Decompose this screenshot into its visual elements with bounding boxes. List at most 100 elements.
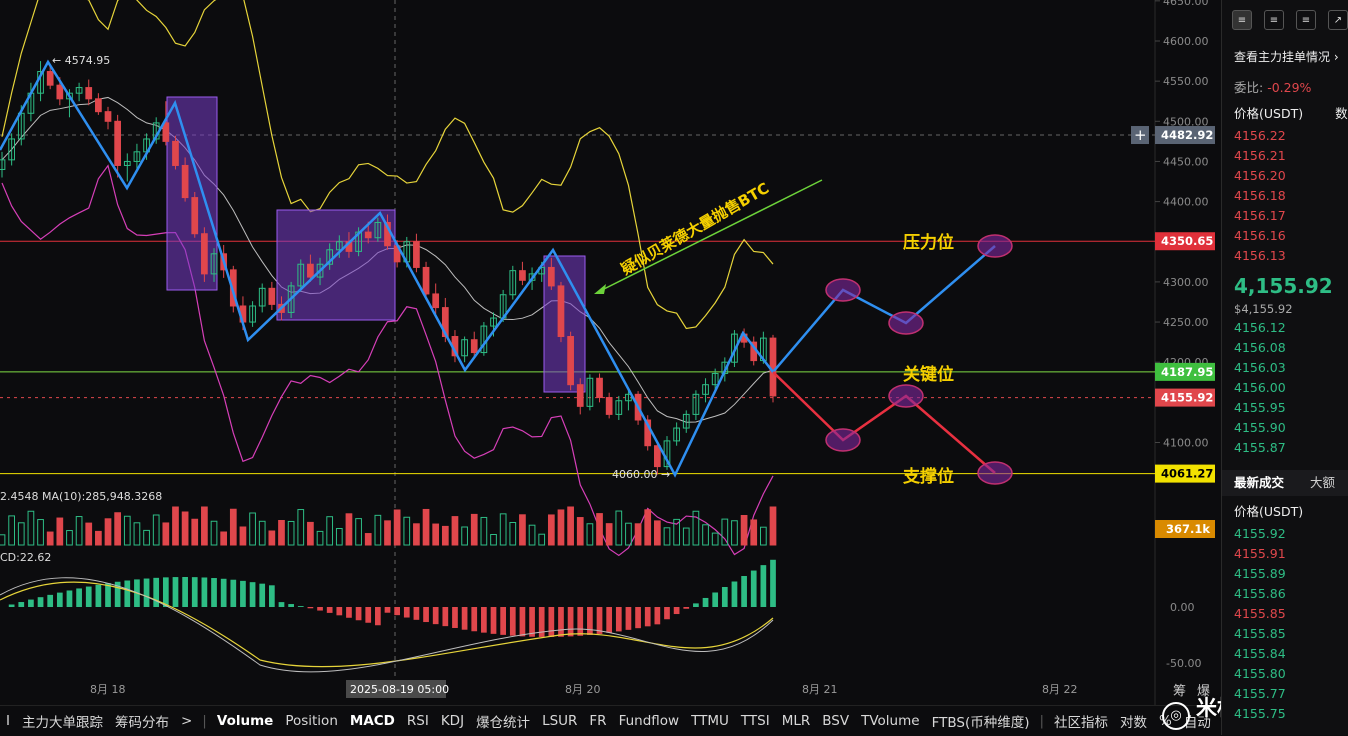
volume-bar <box>490 534 497 546</box>
macd-bar <box>375 607 381 626</box>
target-ellipse <box>825 278 861 302</box>
bids-row[interactable]: 4156.03 <box>1222 358 1348 378</box>
bids-row[interactable]: 4155.90 <box>1222 418 1348 438</box>
trade-row: 4155.86 <box>1234 586 1286 601</box>
macd-bar <box>278 602 285 607</box>
macd-bar <box>731 581 738 607</box>
macd-bar <box>741 576 747 607</box>
book-view-asks-icon[interactable]: ≡ <box>1296 10 1316 30</box>
tab-0[interactable]: I <box>6 713 10 729</box>
candle-body <box>191 197 199 235</box>
asks-row[interactable]: 4156.18 <box>1222 186 1348 206</box>
tab-17[interactable]: TVolume <box>861 713 919 729</box>
target-ellipse <box>977 461 1013 485</box>
asks-row[interactable]: 4156.21 <box>1222 146 1348 166</box>
macd-bar <box>750 570 757 607</box>
price-tick-label: 4100.00 <box>1163 437 1209 450</box>
macd-bar <box>567 607 574 637</box>
macd-bar <box>355 607 362 621</box>
macd-bar <box>143 578 150 607</box>
indicator-tab-bar: I 主力大单跟踪 筹码分布 > | Volume Position MACD RSI KDJ 爆仓统… <box>0 705 1218 736</box>
tab-16[interactable]: BSV <box>822 713 849 729</box>
macd-bar <box>18 602 25 607</box>
tab-separator: | <box>202 713 207 729</box>
macd-bar <box>307 607 314 609</box>
macd-bar <box>249 582 256 607</box>
volume-bar <box>711 532 719 546</box>
candle-body <box>172 140 179 166</box>
book-view-both-icon[interactable]: ≡ <box>1232 10 1252 30</box>
macd-bar <box>529 607 535 637</box>
asks-row[interactable]: 4156.17 <box>1222 206 1348 226</box>
tab-6[interactable]: MACD <box>350 713 395 729</box>
candle-body <box>567 336 574 386</box>
tab-11[interactable]: FR <box>589 713 606 729</box>
tab-18[interactable]: FTBS(币种维度) <box>932 711 1030 731</box>
tab-9[interactable]: 爆仓统计 <box>476 711 530 731</box>
volume-bar <box>653 520 661 546</box>
volume-bar <box>37 519 44 546</box>
macd-bar <box>326 607 333 613</box>
volume-bar <box>95 530 102 546</box>
asks-row[interactable]: 4156.20 <box>1222 166 1348 186</box>
macd-bar <box>644 607 651 627</box>
trades-list: 4155.92 4155.91 4155.89 4155.86 4155.85 4155.… <box>1222 524 1348 724</box>
book-view-bids-icon[interactable]: ≡ <box>1264 10 1284 30</box>
tab-large-trades[interactable]: 大额 <box>1310 475 1335 490</box>
tab-19[interactable]: 社区指标 <box>1054 711 1108 731</box>
trade-row: 4155.80 <box>1234 666 1286 681</box>
macd-bar <box>191 577 198 607</box>
tab-latest-trades[interactable]: 最新成交 <box>1234 475 1284 490</box>
volume-bar <box>46 531 54 546</box>
tab-13[interactable]: TTMU <box>691 713 729 729</box>
bids-row[interactable]: 4156.08 <box>1222 338 1348 358</box>
tab-15[interactable]: MLR <box>782 713 811 729</box>
macd-bar <box>606 607 613 633</box>
volume-bar <box>335 528 343 546</box>
volume-bar <box>307 521 314 546</box>
bids-row[interactable]: 4155.87 <box>1222 438 1348 458</box>
price-tick-label: 4550.00 <box>1163 75 1209 88</box>
tab-4[interactable]: Volume <box>217 713 273 729</box>
tab-10[interactable]: LSUR <box>542 713 577 729</box>
book-popout-icon[interactable]: ↗ <box>1328 10 1348 30</box>
tab-7[interactable]: RSI <box>407 713 429 729</box>
bids-row[interactable]: 4156.12 <box>1222 318 1348 338</box>
bids-row[interactable]: 4155.95 <box>1222 398 1348 418</box>
tab-3[interactable]: > <box>181 713 192 729</box>
tab-2[interactable]: 筹码分布 <box>115 711 169 731</box>
bids-list: 4156.12 4156.08 4156.03 4156.00 4155.95 4155.… <box>1222 318 1348 458</box>
volume-bar <box>509 522 517 546</box>
volume-bar <box>345 513 353 546</box>
macd-bar <box>509 607 516 636</box>
price-tick-label: 4650.00 <box>1163 0 1209 8</box>
macd-bar <box>37 597 44 607</box>
volume-bar <box>75 516 83 546</box>
add-alert-icon: + <box>1134 126 1147 144</box>
macd-bar <box>153 577 160 607</box>
tab-20[interactable]: 对数 <box>1120 711 1147 731</box>
tab-14[interactable]: TTSI <box>741 713 770 729</box>
volume-bar <box>547 514 555 546</box>
tab-8[interactable]: KDJ <box>441 713 464 729</box>
asks-row[interactable]: 4156.22 <box>1222 126 1348 146</box>
volume-bar <box>152 514 160 546</box>
highlight-box <box>276 209 396 321</box>
tab-5[interactable]: Position <box>285 713 338 729</box>
volume-bar <box>586 523 594 546</box>
macd-bar <box>336 607 343 616</box>
major-orders-link[interactable]: 查看主力挂单情况 › <box>1222 40 1348 74</box>
macd-bar <box>288 604 294 607</box>
volume-bar <box>528 524 536 546</box>
asks-row[interactable]: 4156.16 <box>1222 226 1348 246</box>
macd-bar <box>240 580 246 607</box>
macd-bar <box>28 599 34 607</box>
price-chart[interactable]: 4650.004600.004550.004500.004450.004400.… <box>0 0 1218 705</box>
chart-area[interactable]: 4650.00 4600.00 4550.00 4500.00 4450.00 4400.… <box>0 0 1218 705</box>
asks-row[interactable]: 4156.13 <box>1222 246 1348 266</box>
level-name: 关键位 <box>903 364 954 385</box>
tab-1[interactable]: 主力大单跟踪 <box>22 711 103 731</box>
bids-row[interactable]: 4156.00 <box>1222 378 1348 398</box>
tab-12[interactable]: Fundflow <box>619 713 680 729</box>
volume-bar <box>480 516 488 546</box>
